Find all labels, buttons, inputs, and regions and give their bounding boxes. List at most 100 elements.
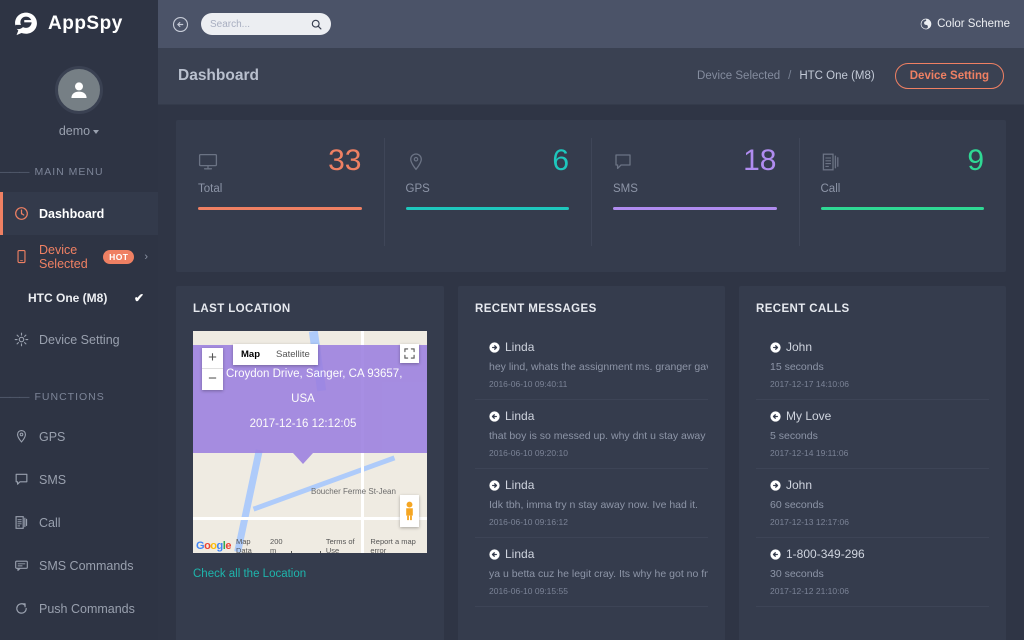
map-pegman-button[interactable]	[400, 495, 419, 527]
message-text: Idk tbh, imma try n stay away now. Ive h…	[489, 499, 708, 511]
profile-name-wrap[interactable]: demo	[59, 124, 99, 138]
sidebar-item-device-selected-label: Device Selected	[39, 243, 93, 271]
call-contact: John	[786, 478, 812, 492]
search-box[interactable]	[201, 13, 331, 35]
sidebar-profile[interactable]: demo	[0, 48, 158, 138]
arrow-right-circle-icon	[489, 480, 500, 491]
stat-call-value: 9	[967, 148, 984, 174]
sms-command-icon	[14, 558, 29, 573]
section-main-menu-label: MAIN MENU	[35, 166, 104, 178]
sidebar-item-sms-commands[interactable]: SMS Commands	[0, 544, 158, 587]
map-widget[interactable]: Boucher Ferme St-Jean 530 Croydon Drive,…	[193, 331, 427, 553]
arrow-right-circle-icon	[489, 342, 500, 353]
map-type-switcher[interactable]: Map Satellite	[233, 344, 318, 365]
stat-total-label: Total	[198, 183, 362, 195]
section-functions: ——— FUNCTIONS	[0, 387, 158, 407]
collapse-arrow-icon[interactable]	[172, 16, 189, 33]
sidebar-item-sms-label: SMS	[39, 473, 66, 487]
map-info-address: 530 Croydon Drive, Sanger, CA 93657,	[204, 367, 403, 382]
call-contact: My Love	[786, 409, 831, 423]
dashboard-clock-icon	[14, 206, 29, 221]
sidebar-item-call-label: Call	[39, 516, 61, 530]
map-info-country: USA	[291, 392, 315, 407]
map-zoom-out-button[interactable]: −	[202, 369, 223, 390]
stat-gps-value: 6	[552, 148, 569, 174]
breadcrumb: Device Selected / HTC One (M8) Device Se…	[697, 63, 1004, 89]
sidebar-item-device-selected[interactable]: Device Selected HOT ›	[0, 235, 158, 278]
message-row[interactable]: Linda Idk tbh, imma try n stay away now.…	[475, 469, 708, 538]
sidebar-item-sms[interactable]: SMS	[0, 458, 158, 501]
sidebar-item-call[interactable]: Call	[0, 501, 158, 544]
call-duration: 5 seconds	[770, 430, 989, 442]
sidebar-subitem-htc-one-m8[interactable]: HTC One (M8) ✔	[0, 278, 158, 318]
section-functions-label: FUNCTIONS	[35, 391, 105, 403]
call-row[interactable]: My Love 5 seconds 2017-12-14 19:11:06	[756, 400, 989, 469]
device-setting-button[interactable]: Device Setting	[895, 63, 1004, 89]
call-row[interactable]: John 15 seconds 2017-12-17 14:10:06	[756, 331, 989, 400]
chat-bubble-icon	[613, 152, 633, 172]
map-fullscreen-button[interactable]	[400, 344, 419, 363]
call-log-icon	[821, 152, 841, 172]
call-row[interactable]: 1-800-349-296 30 seconds 2017-12-12 21:1…	[756, 538, 989, 607]
stat-total: 33 Total	[176, 120, 384, 272]
color-scheme-button[interactable]: Color Scheme	[920, 18, 1010, 30]
google-logo-icon: Google	[196, 540, 231, 552]
call-time: 2017-12-14 19:11:06	[770, 448, 989, 458]
color-scheme-label: Color Scheme	[937, 18, 1010, 30]
sidebar-item-device-setting[interactable]: Device Setting	[0, 318, 158, 361]
message-sender: Linda	[505, 478, 534, 492]
map-type-map-button[interactable]: Map	[233, 344, 268, 365]
call-row[interactable]: John 60 seconds 2017-12-13 12:17:06	[756, 469, 989, 538]
stat-sms-label: SMS	[613, 183, 777, 195]
call-contact: John	[786, 340, 812, 354]
message-row[interactable]: Linda hey lind, whats the assignment ms.…	[475, 331, 708, 400]
dashboard-panels: LAST LOCATION Boucher Ferme St-Jean 530 …	[176, 286, 1006, 640]
search-icon[interactable]	[311, 19, 322, 30]
panel-last-location: LAST LOCATION Boucher Ferme St-Jean 530 …	[176, 286, 444, 640]
stat-sms: 18 SMS	[591, 120, 799, 272]
message-time: 2016-06-10 09:16:12	[489, 517, 708, 527]
brand-logo[interactable]: AppSpy	[0, 0, 158, 48]
sidebar-item-gps-label: GPS	[39, 430, 65, 444]
message-row[interactable]: Linda that boy is so messed up. why dnt …	[475, 400, 708, 469]
check-icon: ✔	[134, 291, 144, 305]
message-row[interactable]: Linda ya u betta cuz he legit cray. Its …	[475, 538, 708, 607]
section-main-menu: ——— MAIN MENU	[0, 162, 158, 182]
stat-gps-label: GPS	[406, 183, 570, 195]
message-text: hey lind, whats the assignment ms. grang…	[489, 361, 708, 373]
message-text: that boy is so messed up. why dnt u stay…	[489, 430, 708, 442]
chevron-right-icon: ›	[144, 251, 148, 263]
search-input[interactable]	[210, 19, 307, 30]
sidebar-item-push-commands[interactable]: Push Commands	[0, 587, 158, 630]
call-duration: 15 seconds	[770, 361, 989, 373]
panel-recent-messages-title: RECENT MESSAGES	[475, 303, 708, 315]
stat-call: 9 Call	[799, 120, 1007, 272]
map-report-link[interactable]: Report a map error	[370, 537, 427, 553]
map-pin-icon	[406, 152, 426, 172]
arrow-left-circle-icon	[770, 549, 781, 560]
call-duration: 60 seconds	[770, 499, 989, 511]
breadcrumb-parent[interactable]: Device Selected	[697, 70, 780, 82]
check-all-location-link[interactable]: Check all the Location	[193, 568, 306, 580]
panel-recent-messages: RECENT MESSAGES Linda hey lind, whats th…	[458, 286, 725, 640]
message-time: 2016-06-10 09:15:55	[489, 586, 708, 596]
sidebar-item-dashboard[interactable]: Dashboard	[0, 192, 158, 235]
map-data-label: Map Data	[236, 537, 265, 553]
stat-sms-value: 18	[743, 148, 776, 174]
stat-call-bar	[821, 207, 985, 210]
stat-gps: 6 GPS	[384, 120, 592, 272]
message-time: 2016-06-10 09:40:11	[489, 379, 708, 389]
breadcrumb-separator: /	[788, 70, 791, 82]
sidebar-item-gps[interactable]: GPS	[0, 415, 158, 458]
stat-sms-bar	[613, 207, 777, 210]
color-scheme-icon	[920, 18, 932, 30]
topbar: Color Scheme	[158, 0, 1024, 48]
sidebar: AppSpy demo ——— MAIN MENU Dashboard	[0, 0, 158, 640]
dashboard-content: 33 Total 6 GPS	[158, 105, 1024, 640]
mobile-device-icon	[14, 249, 29, 264]
map-zoom-controls[interactable]: + −	[202, 348, 223, 390]
map-terms-link[interactable]: Terms of Use	[326, 537, 366, 553]
page-title: Dashboard	[178, 67, 259, 85]
map-zoom-in-button[interactable]: +	[202, 348, 223, 369]
map-type-satellite-button[interactable]: Satellite	[268, 344, 318, 365]
